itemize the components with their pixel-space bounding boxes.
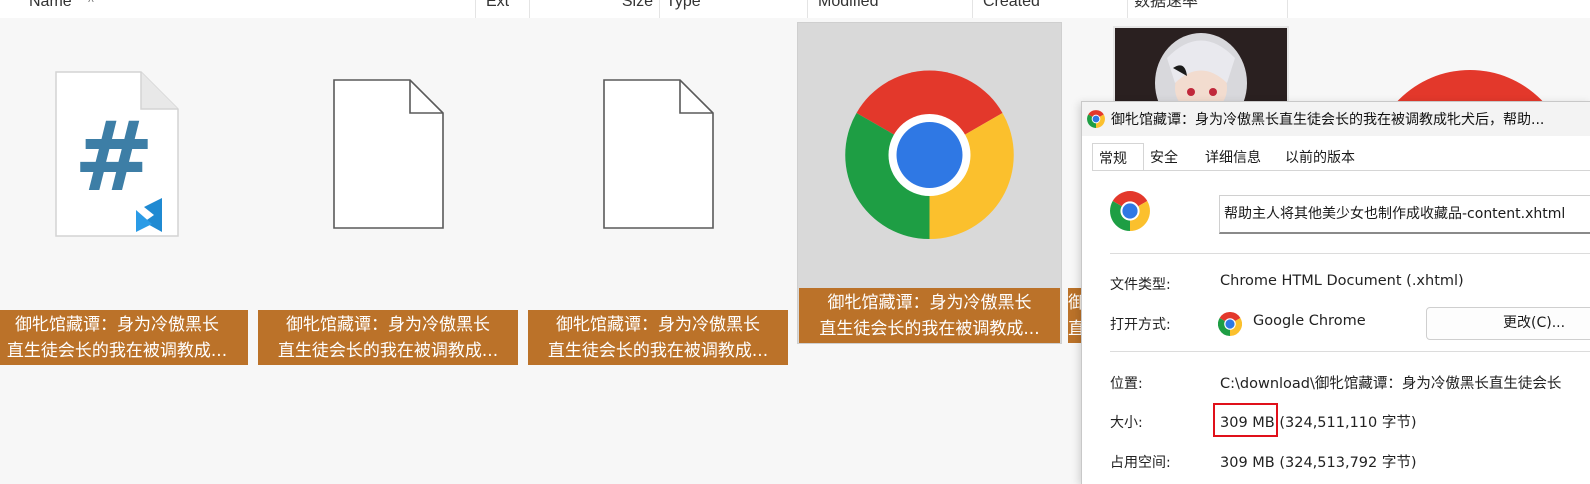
column-created[interactable]: Created bbox=[973, 0, 1128, 18]
file-tile-1[interactable]: # 御牝馆藏谭：身为冷傲黑长 直生徒会长的我在被调教成... bbox=[0, 22, 248, 365]
column-type[interactable]: Type bbox=[660, 0, 808, 18]
filename-field[interactable]: 帮助主人将其他美少女也制作成收藏品-content.xhtml bbox=[1219, 195, 1590, 234]
file-type-value: Chrome HTML Document (.xhtml) bbox=[1220, 273, 1464, 289]
svg-text:#: # bbox=[74, 101, 154, 213]
file-tile-3[interactable]: 御牝馆藏谭：身为冷傲黑长 直生徒会长的我在被调教成... bbox=[528, 22, 790, 365]
open-with-value: Google Chrome bbox=[1253, 313, 1366, 329]
column-name[interactable]: Name ^ bbox=[19, 0, 476, 18]
chrome-icon bbox=[845, 70, 1014, 240]
dialog-title: 御牝馆藏谭：身为冷傲黑长直生徒会长的我在被调教成牝犬后，帮助... bbox=[1111, 112, 1545, 128]
size-on-disk-value: 309 MB (324,513,792 字节) bbox=[1220, 455, 1417, 471]
blank-file-icon bbox=[333, 79, 444, 229]
column-modified[interactable]: Modified bbox=[808, 0, 973, 18]
blank-file-icon bbox=[603, 79, 714, 229]
tab-divider bbox=[1092, 170, 1590, 171]
tab-security[interactable]: 安全 bbox=[1144, 145, 1199, 171]
divider bbox=[1110, 351, 1590, 352]
chrome-icon bbox=[1087, 110, 1105, 128]
divider bbox=[1110, 253, 1590, 254]
location-value: C:\download\御牝馆藏谭：身为冷傲黑长直生徒会长 bbox=[1220, 376, 1562, 392]
properties-dialog: 御牝馆藏谭：身为冷傲黑长直生徒会长的我在被调教成牝犬后，帮助... 常规 安全 … bbox=[1081, 101, 1590, 484]
dialog-titlebar[interactable]: 御牝馆藏谭：身为冷傲黑长直生徒会长的我在被调教成牝犬后，帮助... bbox=[1082, 102, 1590, 136]
portrait-thumbnail-icon bbox=[1115, 28, 1287, 104]
file-type-label: 文件类型: bbox=[1110, 277, 1171, 293]
column-header: Name ^ Ext Size Type Modified Created 数据… bbox=[0, 0, 1590, 18]
sort-ascending-icon: ^ bbox=[88, 0, 94, 9]
image-thumbnail[interactable] bbox=[1113, 26, 1289, 106]
location-label: 位置: bbox=[1110, 376, 1143, 392]
size-label: 大小: bbox=[1110, 415, 1143, 431]
file-label: 御牝馆藏谭：身为冷傲黑长 直生徒会长的我在被调教成... bbox=[528, 310, 788, 365]
tab-details[interactable]: 详细信息 bbox=[1199, 145, 1279, 171]
column-ext[interactable]: Ext bbox=[476, 0, 530, 18]
file-label: 御牝馆藏谭：身为冷傲黑长 直生徒会长的我在被调教成... bbox=[799, 288, 1060, 343]
size-on-disk-label: 占用空间: bbox=[1110, 455, 1171, 471]
column-size[interactable]: Size bbox=[530, 0, 660, 18]
tab-general[interactable]: 常规 bbox=[1092, 143, 1144, 171]
file-label: 御牝馆藏谭：身为冷傲黑长 直生徒会长的我在被调教成... bbox=[258, 310, 518, 365]
open-with-label: 打开方式: bbox=[1110, 317, 1171, 333]
column-data-rate[interactable]: 数据速率 bbox=[1128, 0, 1288, 18]
highlight-box bbox=[1213, 403, 1278, 437]
chrome-icon bbox=[1218, 312, 1242, 336]
file-label: 御牝馆藏谭：身为冷傲黑长 直生徒会长的我在被调教成... bbox=[0, 310, 248, 365]
file-tile-4-selected[interactable]: 御牝馆藏谭：身为冷傲黑长 直生徒会长的我在被调教成... bbox=[797, 22, 1062, 344]
csharp-file-icon: # bbox=[55, 71, 179, 237]
file-tile-2[interactable]: 御牝馆藏谭：身为冷傲黑长 直生徒会长的我在被调教成... bbox=[258, 22, 520, 365]
change-button[interactable]: 更改(C)... bbox=[1426, 307, 1590, 340]
chrome-icon bbox=[1110, 191, 1150, 231]
tab-previous-versions[interactable]: 以前的版本 bbox=[1279, 145, 1369, 171]
